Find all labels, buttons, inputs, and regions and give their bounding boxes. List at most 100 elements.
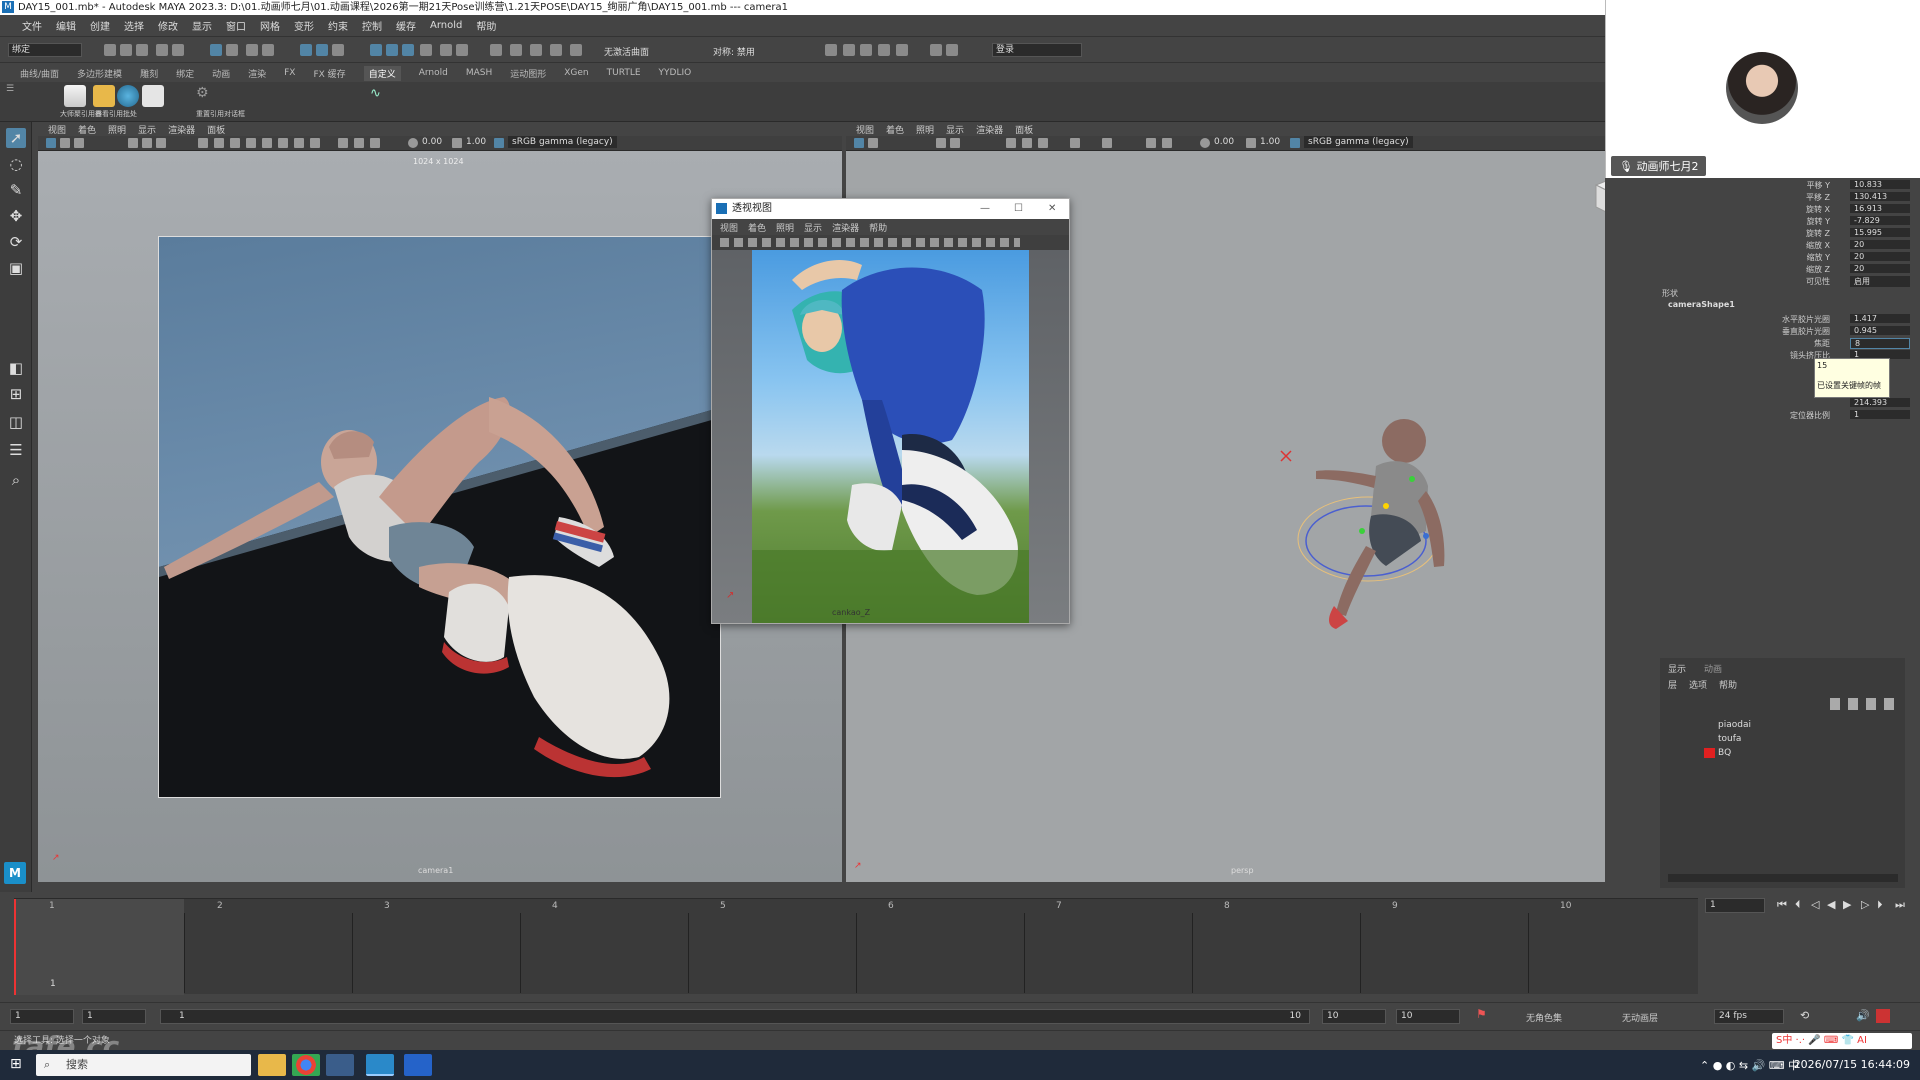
- construction-history-icon[interactable]: [490, 44, 502, 56]
- taskbar-search[interactable]: ⌕ 搜索: [36, 1054, 251, 1076]
- select-hierarchy-icon[interactable]: [210, 44, 222, 56]
- vp2-camera-icon[interactable]: [854, 138, 864, 148]
- menu-modify[interactable]: 修改: [158, 18, 178, 33]
- menu-select[interactable]: 选择: [124, 18, 144, 33]
- vp2-xray-icon[interactable]: [1162, 138, 1172, 148]
- vp1-aa-icon[interactable]: [310, 138, 320, 148]
- ref-toolbar-icons[interactable]: [720, 238, 1020, 247]
- cb-value[interactable]: 20: [1850, 252, 1910, 261]
- current-time-marker[interactable]: [14, 899, 16, 995]
- cb-value[interactable]: 20: [1850, 264, 1910, 273]
- shelf-tab-custom[interactable]: 自定义: [363, 65, 401, 81]
- range-slider-track[interactable]: 1 10: [160, 1009, 1310, 1024]
- move-tool-icon[interactable]: ✥: [6, 206, 26, 226]
- cb-value[interactable]: 1: [1850, 410, 1910, 419]
- vp1-lights-icon[interactable]: [262, 138, 272, 148]
- open-scene-icon[interactable]: [120, 44, 132, 56]
- login-button[interactable]: 登录: [992, 43, 1082, 57]
- shelf-tab-turtle[interactable]: TURTLE: [607, 68, 641, 78]
- cb-value-editing[interactable]: 8: [1850, 338, 1910, 349]
- input-ops-icon[interactable]: [440, 44, 452, 56]
- animation-start-field[interactable]: 1: [10, 1009, 74, 1024]
- select-object-icon[interactable]: [226, 44, 238, 56]
- ref-menu-renderer[interactable]: 渲染器: [832, 221, 859, 234]
- lock-selection-icon[interactable]: [262, 44, 274, 56]
- vp1-wireframe-icon[interactable]: [214, 138, 224, 148]
- taskbar-clock[interactable]: 2026/07/15 16:44:09: [1794, 1058, 1910, 1071]
- lasso-tool-icon[interactable]: ◌: [6, 154, 26, 174]
- go-to-start-icon[interactable]: ⏮: [1777, 898, 1787, 912]
- vp1-lock-icon[interactable]: [60, 138, 70, 148]
- snap-surface-icon[interactable]: [386, 44, 398, 56]
- vp1-menu-panels[interactable]: 面板: [207, 123, 225, 136]
- two-pane-icon[interactable]: ◫: [6, 412, 26, 432]
- rigged-character[interactable]: [1266, 391, 1466, 631]
- snap-view-icon[interactable]: [370, 44, 382, 56]
- loop-icon[interactable]: ⟲: [1800, 1009, 1809, 1022]
- animation-end-field[interactable]: 10: [1396, 1009, 1460, 1024]
- playback-start-field[interactable]: 1: [82, 1009, 146, 1024]
- step-back-key-icon[interactable]: ⏴: [1795, 898, 1801, 912]
- redo-icon[interactable]: [172, 44, 184, 56]
- shelf-options-icon[interactable]: ☰: [6, 84, 14, 94]
- shelf-tab-mash[interactable]: MASH: [466, 68, 492, 78]
- attribute-editor-icon[interactable]: [860, 44, 872, 56]
- vp1-image-plane-icon[interactable]: [128, 138, 138, 148]
- cb-value[interactable]: 214.393: [1850, 398, 1910, 407]
- vp1-gamma-icon[interactable]: [452, 138, 462, 148]
- scale-tool-icon[interactable]: ▣: [6, 258, 26, 278]
- shelf-tab-yydlio[interactable]: YYDLIO: [659, 68, 692, 78]
- cb-value[interactable]: 16.913: [1850, 204, 1910, 213]
- menu-deform[interactable]: 变形: [294, 18, 314, 33]
- cb-value[interactable]: -7.829: [1850, 216, 1910, 225]
- pause-icon[interactable]: [946, 44, 958, 56]
- vp2-menu-renderer[interactable]: 渲染器: [976, 123, 1003, 136]
- close-icon[interactable]: ✕: [1048, 199, 1056, 219]
- cb-row[interactable]: 平移 Y 10.833: [1660, 180, 1910, 192]
- menu-arnold[interactable]: Arnold: [430, 20, 462, 31]
- steam-icon[interactable]: [326, 1054, 354, 1076]
- cb-row[interactable]: 定位器比例 1: [1660, 410, 1910, 422]
- ref-menu-view[interactable]: 视图: [720, 221, 738, 234]
- lasso-icon[interactable]: [246, 44, 258, 56]
- maximize-icon[interactable]: ☐: [1014, 199, 1023, 219]
- vp2-gamma-icon[interactable]: [1246, 138, 1256, 148]
- cb-value[interactable]: 15.995: [1850, 228, 1910, 237]
- vp1-menu-view[interactable]: 视图: [48, 123, 66, 136]
- vp1-shadows-icon[interactable]: [278, 138, 288, 148]
- vp1-ao-icon[interactable]: [294, 138, 304, 148]
- file-explorer-icon[interactable]: [258, 1054, 286, 1076]
- vp2-exposure-value[interactable]: 0.00: [1214, 137, 1234, 147]
- cb-row[interactable]: 平移 Z 130.413: [1660, 192, 1910, 204]
- vp2-wireframe-icon[interactable]: [1022, 138, 1032, 148]
- ref-window-titlebar[interactable]: 透视视图 — ☐ ✕: [712, 199, 1069, 219]
- shelf-tab-rigging[interactable]: 绑定: [176, 67, 194, 80]
- search-icon[interactable]: ⌕: [6, 470, 26, 490]
- step-forward-frame-icon[interactable]: ▷: [1861, 898, 1869, 911]
- vp2-lock-icon[interactable]: [868, 138, 878, 148]
- image-plane-icon[interactable]: [142, 85, 164, 107]
- vp2-colorspace[interactable]: sRGB gamma (legacy): [1304, 136, 1413, 148]
- layer-item-piaodai[interactable]: piaodai: [1718, 718, 1751, 732]
- layer-menu-options[interactable]: 选项: [1689, 678, 1707, 691]
- layer-tab-animation[interactable]: 动画: [1704, 662, 1722, 675]
- snap-grid-icon[interactable]: [300, 44, 312, 56]
- shelf-tab-animation[interactable]: 动画: [212, 67, 230, 80]
- vp1-camera-icon[interactable]: [46, 138, 56, 148]
- vp1-color-mgmt-icon[interactable]: [494, 138, 504, 148]
- reference-editor-button[interactable]: [64, 85, 86, 107]
- vp2-image-plane-icon[interactable]: [936, 138, 946, 148]
- maya-taskbar-icon[interactable]: [366, 1054, 394, 1076]
- hypershade-icon[interactable]: [570, 44, 582, 56]
- vp1-xray-icon[interactable]: [354, 138, 364, 148]
- layer-item-bq[interactable]: BQ: [1718, 746, 1731, 760]
- menu-file[interactable]: 文件: [22, 18, 42, 33]
- step-forward-key-icon[interactable]: ⏵: [1877, 898, 1883, 912]
- sound-icon[interactable]: 🔊: [1856, 1009, 1870, 1022]
- cb-value[interactable]: 10.833: [1850, 180, 1910, 189]
- vp1-resolution-gate-icon[interactable]: [156, 138, 166, 148]
- auto-key-icon[interactable]: ⚑: [1476, 1007, 1487, 1021]
- play-forward-icon[interactable]: ▶: [1843, 898, 1851, 911]
- menu-help[interactable]: 帮助: [476, 18, 496, 33]
- vp2-isolate-icon[interactable]: [1146, 138, 1156, 148]
